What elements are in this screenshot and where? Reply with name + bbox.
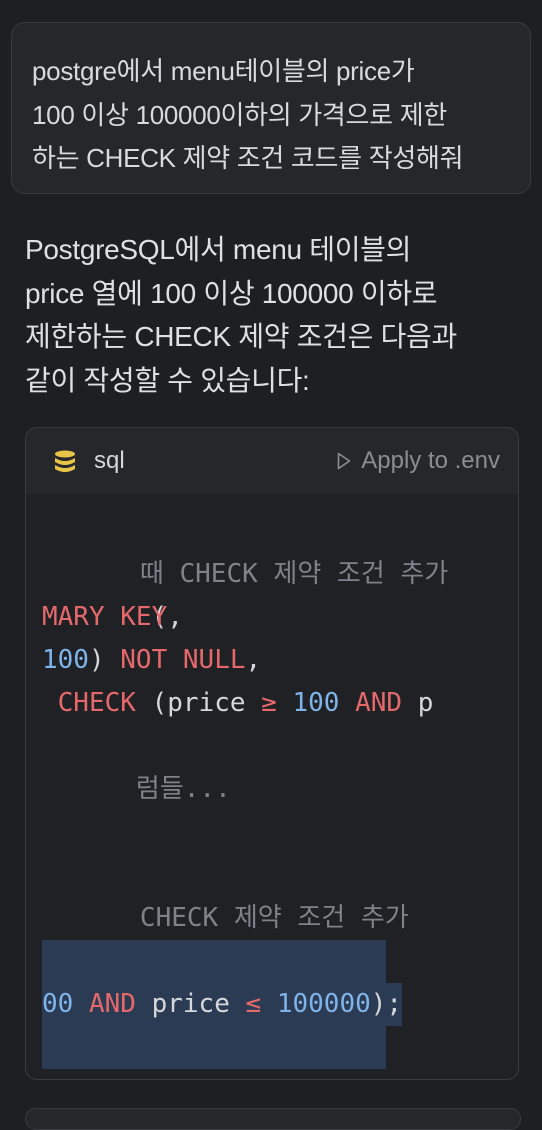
assistant-message-line: 제한하는 CHECK 제약 조건은 다음과 [25, 321, 457, 352]
code-punct: ); [370, 989, 403, 1019]
code-operator: ≤ [245, 989, 262, 1019]
code-keyword: AND [73, 989, 136, 1019]
user-message-line: 100 이상 100000이하의 가격으로 제한 [32, 99, 447, 130]
code-content[interactable]: 때 CHECK 제약 조건 추가 ( MARY KEY, 100) NOT NU… [26, 494, 518, 1079]
assistant-message-line: 같이 작성할 수 있습니다: [25, 364, 310, 396]
user-message-line: 하는 CHECK 제약 조건 코드를 작성해줘 [32, 143, 464, 173]
code-text: price [135, 989, 246, 1019]
apply-button[interactable]: Apply to .env [337, 447, 500, 475]
code-keyword: NOT NULL [120, 645, 246, 675]
user-message-bubble: postgre에서 menu테이블의 price가 100 이상 100000이… [11, 22, 531, 194]
play-icon [337, 452, 351, 470]
code-line-4: 100) NOT NULL, [42, 639, 261, 682]
code-punct: ) [88, 645, 105, 675]
code-comment: 럼들... [135, 774, 231, 804]
code-keyword: CHECK [42, 688, 136, 718]
code-text: p [402, 688, 434, 718]
code-number: 100 [276, 688, 340, 718]
assistant-message-line: PostgreSQL에서 menu 테이블의 [25, 234, 412, 265]
code-text: (price [135, 688, 262, 718]
assistant-message-text: PostgreSQL에서 menu 테이블의 price 열에 100 이상 1… [25, 228, 520, 402]
code-line-6: 럼들... [42, 725, 231, 854]
user-message-line: postgre에서 menu테이블의 price가 [32, 56, 415, 86]
code-block: sql Apply to .env 때 CHECK 제약 조건 추가 ( MAR… [25, 427, 519, 1080]
user-message-text: postgre에서 menu테이블의 price가 100 이상 100000이… [32, 50, 510, 181]
code-comment: 때 CHECK 제약 조건 추가 [139, 559, 449, 589]
code-line-9-selected: 00 AND price ≤ 100000); [42, 983, 403, 1026]
code-block-header: sql Apply to .env [26, 428, 518, 494]
next-message-edge [25, 1108, 521, 1130]
code-punct: , [245, 645, 262, 675]
code-language-label: sql [94, 447, 125, 474]
code-number: 00 [42, 989, 74, 1019]
code-line-3: MARY KEY, [42, 596, 183, 639]
database-icon [55, 450, 75, 472]
code-keyword: AND [339, 688, 403, 718]
code-line-5: CHECK (price ≥ 100 AND p [42, 682, 434, 725]
code-operator: ≥ [261, 688, 277, 718]
code-comment: CHECK 제약 조건 추가 [139, 903, 409, 933]
code-number: 100000 [261, 989, 371, 1019]
code-punct: , [167, 602, 183, 632]
code-number: 100 [42, 645, 89, 675]
code-keyword: MARY KEY [42, 602, 168, 632]
apply-button-label: Apply to .env [361, 447, 500, 474]
assistant-message-line: price 열에 100 이상 100000 이하로 [25, 277, 438, 309]
